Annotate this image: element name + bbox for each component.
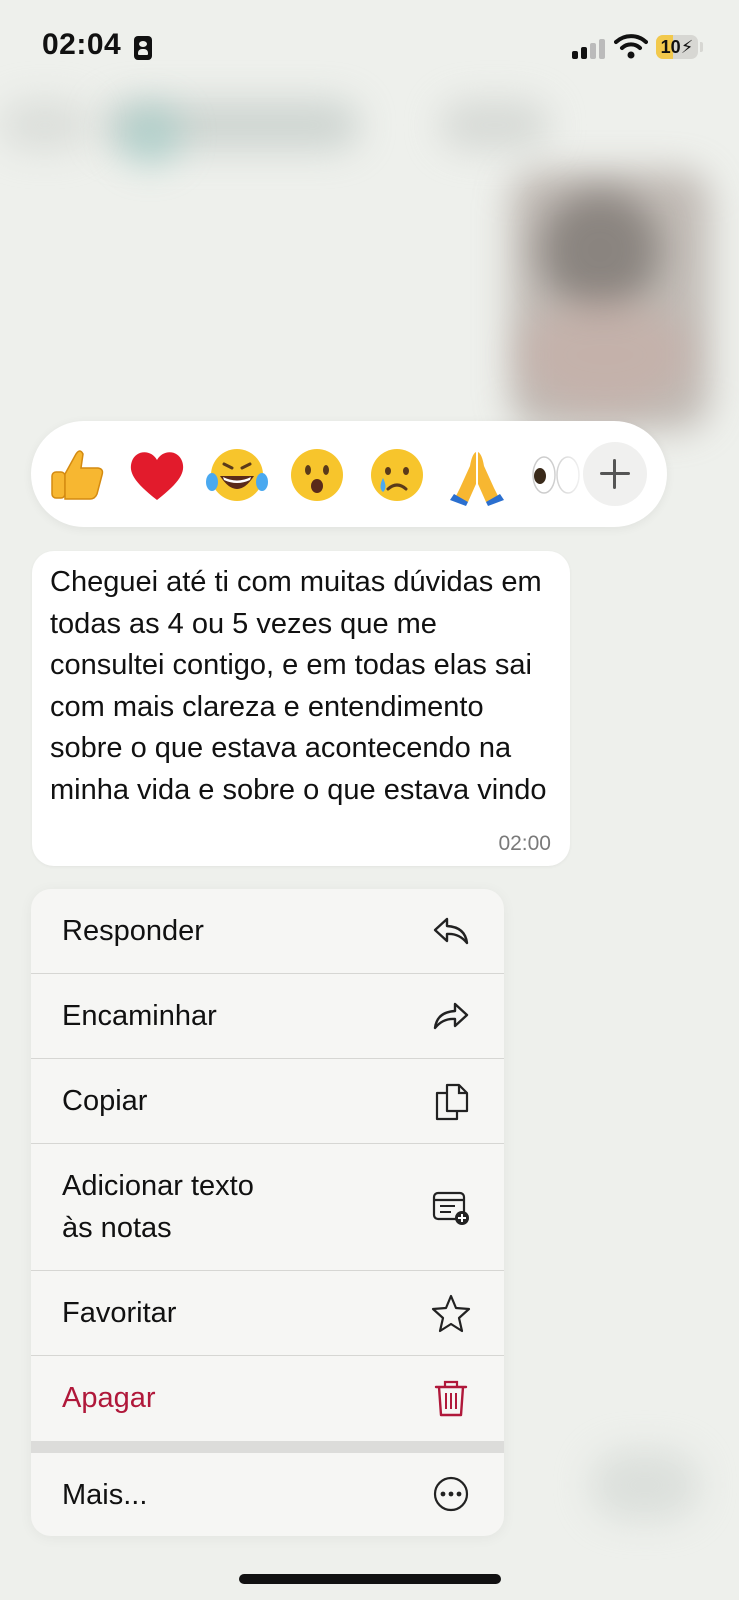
message-context-menu: Responder Encaminhar Copiar Adicionar te… (31, 889, 504, 1536)
forward-icon (431, 996, 471, 1036)
more-icon (431, 1474, 471, 1514)
menu-item-label: Copiar (62, 1085, 148, 1117)
menu-item-label: Encaminhar (62, 1000, 217, 1032)
star-icon (431, 1293, 471, 1333)
laughing-reaction[interactable] (206, 444, 268, 506)
battery-icon: 10⚡ (656, 35, 698, 59)
crying-reaction[interactable] (366, 444, 428, 506)
menu-item-reply[interactable]: Responder (31, 889, 504, 973)
menu-item-more[interactable]: Mais... (31, 1453, 504, 1536)
menu-item-favorite[interactable]: Favoritar (31, 1271, 504, 1355)
more-reactions-button[interactable] (583, 442, 647, 506)
message-bubble: Cheguei até ti com muitas dúvidas em tod… (32, 551, 570, 866)
pray-reaction[interactable] (446, 444, 508, 506)
menu-item-label: Favoritar (62, 1297, 177, 1329)
reply-icon (431, 911, 471, 951)
contact-card-icon (134, 36, 152, 60)
menu-item-forward[interactable]: Encaminhar (31, 974, 504, 1058)
trash-icon (431, 1378, 471, 1418)
status-bar: 02:04 10⚡ (0, 0, 739, 95)
menu-item-label: Apagar (62, 1382, 156, 1414)
cellular-signal-icon (572, 37, 606, 59)
menu-item-label: Responder (62, 915, 204, 947)
message-timestamp: 02:00 (498, 832, 551, 855)
home-indicator[interactable] (239, 1574, 501, 1584)
menu-item-add-to-notes[interactable]: Adicionar texto às notas (31, 1144, 504, 1270)
menu-item-copy[interactable]: Copiar (31, 1059, 504, 1143)
battery-level: 10 (660, 37, 681, 57)
heart-reaction[interactable] (126, 444, 188, 506)
reaction-bar (31, 421, 667, 527)
surprised-reaction[interactable] (286, 444, 348, 506)
menu-item-label: Mais... (62, 1479, 148, 1511)
add-note-icon (431, 1187, 471, 1227)
menu-item-delete[interactable]: Apagar (31, 1356, 504, 1441)
wifi-icon (614, 32, 648, 60)
thumbs-up-reaction[interactable] (46, 444, 108, 506)
status-time: 02:04 (42, 28, 122, 61)
menu-item-label: Adicionar texto às notas (62, 1170, 254, 1244)
message-text: Cheguei até ti com muitas dúvidas em tod… (50, 566, 547, 806)
copy-icon (431, 1081, 471, 1121)
